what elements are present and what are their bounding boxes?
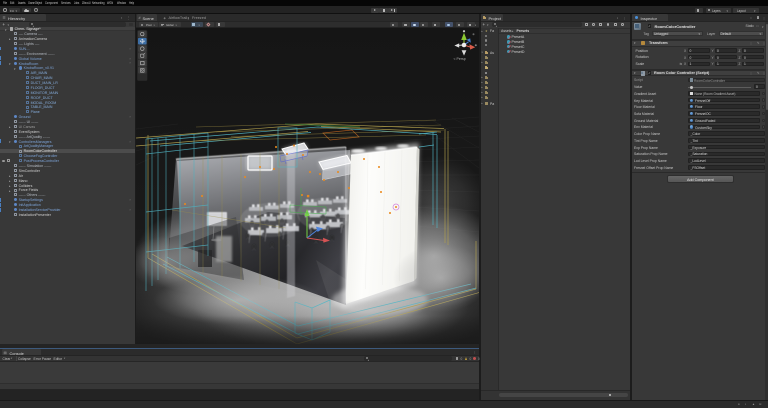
svg-text:< Persp: < Persp [454,57,466,61]
